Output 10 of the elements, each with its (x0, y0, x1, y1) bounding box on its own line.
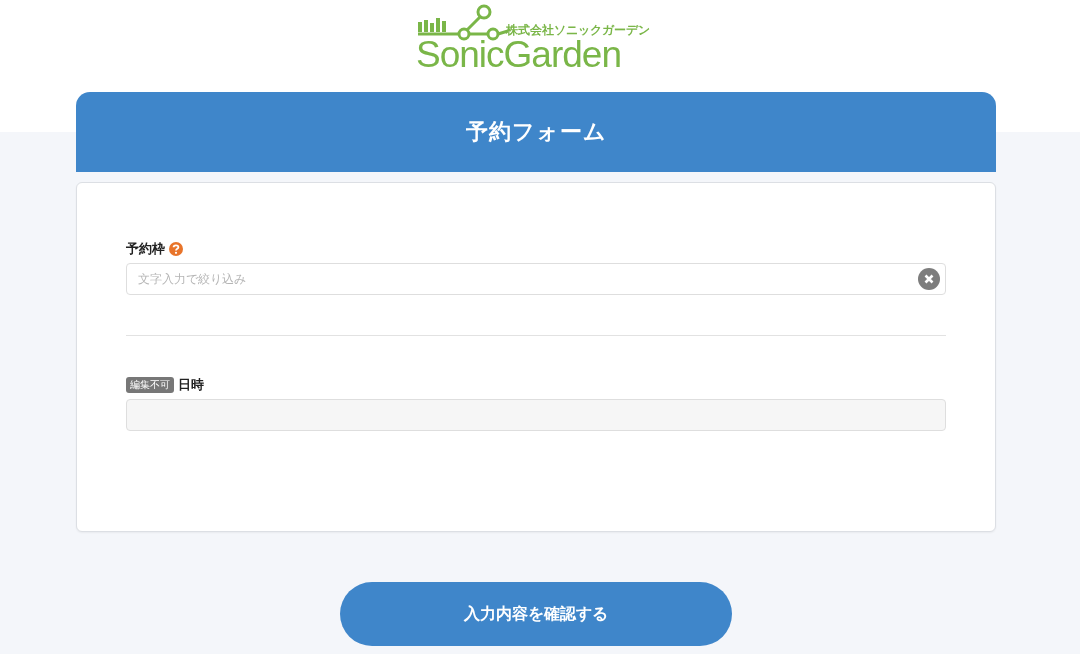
help-icon[interactable] (169, 242, 183, 256)
clear-icon[interactable] (918, 268, 940, 290)
field-label: 予約枠 (126, 240, 165, 258)
form-title: 予約フォーム (465, 118, 607, 146)
confirm-button[interactable]: 入力内容を確認する (340, 582, 732, 646)
slot-search-field[interactable]: 文字入力で絞り込み (126, 263, 946, 295)
field-label: 日時 (178, 376, 204, 394)
readonly-badge: 編集不可 (126, 377, 174, 393)
company-name: 株式会社ソニックガーデン (506, 22, 650, 39)
brand-name: SonicGarden (416, 36, 621, 74)
